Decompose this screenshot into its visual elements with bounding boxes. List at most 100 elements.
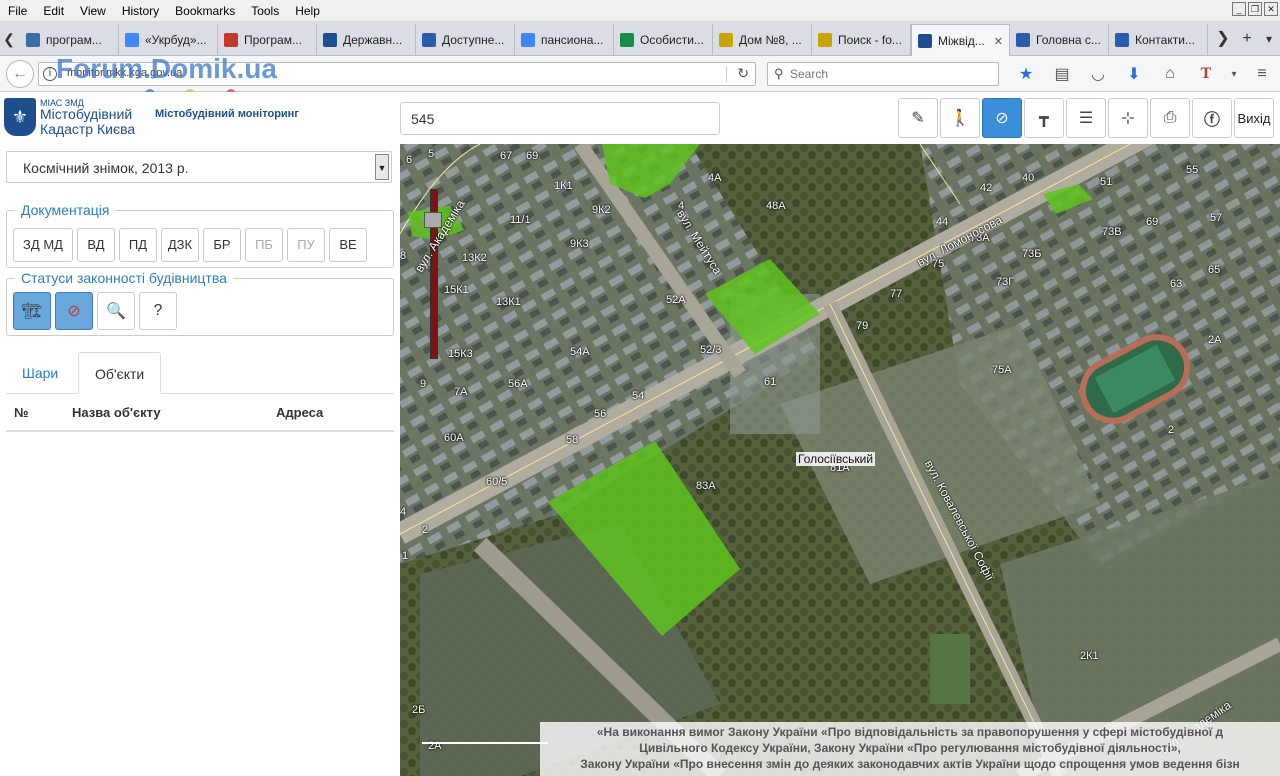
building-number-label: 60А	[444, 432, 464, 444]
browser-tab[interactable]: «Укрбуд»...	[119, 24, 218, 56]
building-number-label: 73Г	[996, 276, 1015, 288]
bookmark-star-icon[interactable]: ★	[1008, 64, 1044, 84]
translate-dropdown-icon[interactable]: ▾	[1224, 69, 1244, 80]
building-number-label: 54А	[570, 346, 590, 358]
measure-ruler-icon[interactable]: ┳	[1024, 98, 1064, 138]
browser-tab[interactable]: Контакти...	[1109, 24, 1208, 56]
building-number-label: 42	[980, 182, 993, 194]
doc-button[interactable]: ПУ	[287, 228, 325, 262]
building-number-label: 57	[1210, 212, 1223, 224]
no-construction-icon[interactable]: ⊘	[55, 292, 93, 330]
question-search-icon[interactable]: ?	[139, 292, 177, 330]
magnifier-search-icon[interactable]: 🔍	[97, 292, 135, 330]
browser-tab[interactable]: програм...	[20, 24, 119, 56]
street-view-person-icon[interactable]: 🚶	[940, 98, 980, 138]
building-number-label: 5	[428, 148, 435, 160]
layers-settings-icon[interactable]: ☰	[1066, 98, 1106, 138]
tab-layers[interactable]: Шари	[6, 352, 74, 394]
back-button[interactable]: ←	[6, 60, 34, 88]
new-tab-icon[interactable]: +	[1236, 22, 1258, 56]
reading-list-icon[interactable]: ▤	[1044, 64, 1080, 84]
brand-subtitle: Містобудівний моніторинг	[155, 108, 299, 120]
tab-label: Поиск - fo...	[838, 33, 902, 47]
col-address[interactable]: Адреса	[276, 405, 323, 420]
layer-select[interactable]: Космічний знімок, 2013 р. ▼	[6, 151, 392, 183]
minimize-icon[interactable]: _	[1232, 2, 1246, 16]
menu-file[interactable]: File	[0, 0, 35, 22]
building-number-label: 54	[632, 390, 645, 402]
close-window-icon[interactable]: ✕	[1264, 2, 1278, 16]
doc-button[interactable]: ВЕ	[329, 228, 367, 262]
pocket-icon[interactable]: ◡	[1080, 64, 1116, 84]
menu-edit[interactable]: Edit	[35, 0, 72, 22]
tab-objects[interactable]: Об'єкти	[78, 352, 162, 394]
doc-button[interactable]: ДЗК	[161, 228, 199, 262]
tab-scroll-right-icon[interactable]: ❯	[1212, 22, 1234, 56]
browser-tab[interactable]: Особисти...	[614, 24, 713, 56]
legal-line: «На виконання вимог Закону України «Про …	[596, 725, 1224, 739]
doc-button[interactable]: ПБ	[245, 228, 283, 262]
doc-button[interactable]: ЗД МД	[13, 228, 73, 262]
home-icon[interactable]: ⌂	[1152, 65, 1188, 83]
browser-tab[interactable]: Поиск - fo...	[812, 24, 911, 56]
panel-tabs: Шари Об'єкти	[6, 352, 394, 394]
doc-button[interactable]: ПД	[119, 228, 157, 262]
tab-label: Дом №8, ...	[739, 33, 802, 47]
building-number-label: 44	[936, 216, 949, 228]
building-number-label: 48А	[766, 200, 786, 212]
menu-bookmarks[interactable]: Bookmarks	[167, 0, 243, 22]
col-number[interactable]: №	[14, 405, 29, 420]
facebook-icon[interactable]: ⓕ	[1192, 98, 1232, 138]
translate-icon[interactable]: T	[1188, 65, 1224, 83]
crane-building-icon[interactable]: 🏗	[13, 292, 51, 330]
browser-tab[interactable]: Головна с...	[1010, 24, 1109, 56]
browser-tab[interactable]: Програм...	[218, 24, 317, 56]
url-text[interactable]: monitor.mkk.kga.gov.ua	[67, 67, 182, 79]
tab-label: програм...	[46, 33, 102, 47]
exit-button[interactable]: Вихід	[1234, 98, 1274, 138]
browser-tab[interactable]: Державн...	[317, 24, 416, 56]
browser-tab[interactable]: Доступне...	[416, 24, 515, 56]
reload-icon[interactable]: ↻	[737, 65, 749, 82]
object-search-input[interactable]	[400, 102, 720, 135]
crosshair-icon[interactable]: ⊹	[1108, 98, 1148, 138]
edit-icon[interactable]: ✎	[898, 98, 938, 138]
browser-tab[interactable]: Дом №8, ...	[713, 24, 812, 56]
restore-icon[interactable]: ❐	[1248, 2, 1262, 16]
building-number-label: 13К2	[462, 252, 487, 264]
print-icon[interactable]: ⎙	[1150, 98, 1190, 138]
close-tab-icon[interactable]: ✕	[994, 35, 1003, 48]
col-object-name[interactable]: Назва об'єкту	[72, 405, 161, 420]
objects-table-header: № Назва об'єкту Адреса	[6, 394, 394, 432]
menu-history[interactable]: History	[114, 0, 167, 22]
legal-notice: «На виконання вимог Закону України «Про …	[540, 722, 1280, 776]
tab-list-icon[interactable]: ▾	[1258, 22, 1280, 56]
building-number-label: 77	[890, 288, 903, 300]
building-number-label: 2К1	[1080, 650, 1099, 662]
site-info-icon[interactable]: i	[43, 67, 57, 81]
browser-search-bar[interactable]: ⚲	[767, 62, 999, 86]
building-number-label: 8	[400, 250, 407, 262]
navigation-compass-icon[interactable]: ⊘	[982, 98, 1022, 138]
chevron-down-icon[interactable]: ▼	[375, 154, 389, 180]
download-icon[interactable]: ⬇	[1116, 64, 1152, 84]
browser-search-input[interactable]	[790, 66, 990, 82]
menu-tools[interactable]: Tools	[243, 0, 287, 22]
building-number-label: 15К1	[444, 284, 469, 296]
construction-status-title: Статуси законності будівництва	[21, 270, 227, 286]
browser-tab[interactable]: пансиона...	[515, 24, 614, 56]
kyiv-coat-of-arms-icon[interactable]: ⚜	[4, 98, 36, 136]
hamburger-menu-icon[interactable]: ≡	[1244, 65, 1280, 83]
sidebar: Космічний знімок, 2013 р. ▼ Документація…	[0, 144, 400, 776]
building-number-label: 73Б	[1022, 248, 1042, 260]
legal-line: Закону України «Про внесення змін до дея…	[580, 757, 1240, 771]
doc-button[interactable]: БР	[203, 228, 241, 262]
url-bar[interactable]: i monitor.mkk.kga.gov.ua ↻	[38, 62, 756, 86]
map-canvas[interactable]: 67 69 6 5 1К1 9К2 9К3 11/1 4А 4 48А 13К2 15К1 15К3 13К…	[400, 144, 1280, 776]
tab-scroll-left-icon[interactable]: ❮	[0, 22, 18, 56]
browser-tab[interactable]: Міжвід... ✕	[911, 24, 1010, 57]
menu-help[interactable]: Help	[287, 0, 328, 22]
tab-favicon-icon	[422, 33, 436, 47]
doc-button[interactable]: ВД	[77, 228, 115, 262]
menu-view[interactable]: View	[72, 0, 114, 22]
